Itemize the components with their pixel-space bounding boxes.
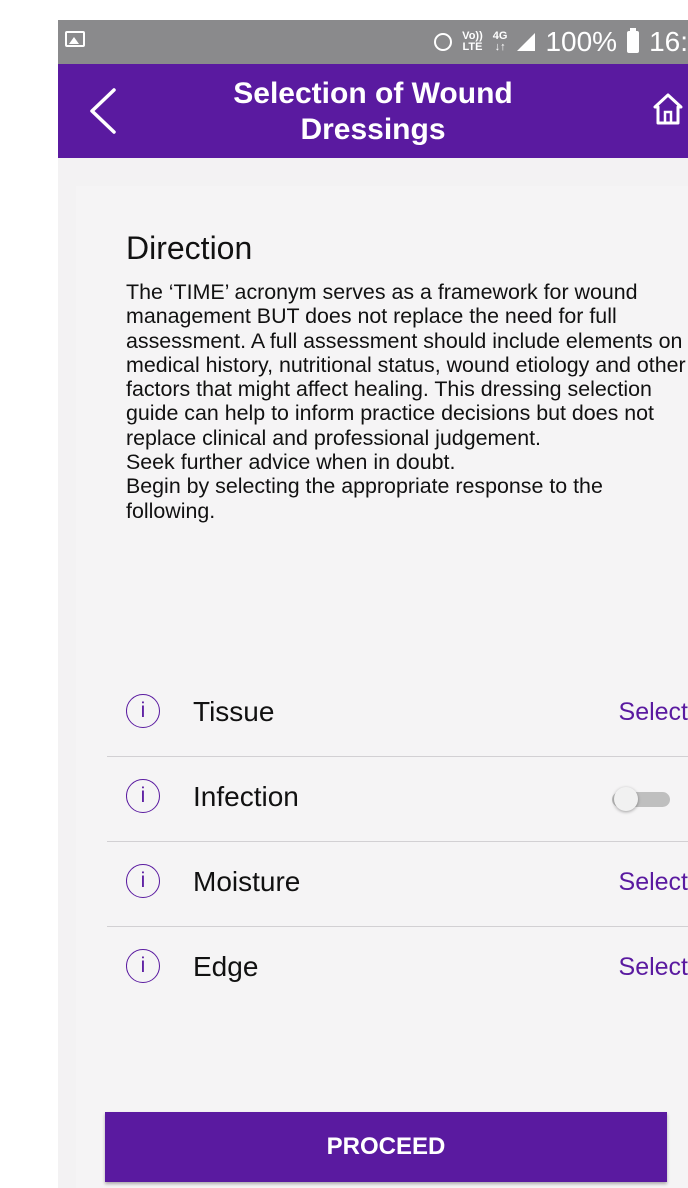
- row-label: Tissue: [193, 696, 275, 727]
- toggle-thumb: [614, 787, 638, 811]
- info-icon[interactable]: i: [126, 949, 160, 983]
- direction-paragraph: Seek further advice when in doubt.: [126, 450, 456, 475]
- page-title: Selection of Wound Dressings: [233, 77, 513, 146]
- home-icon[interactable]: [652, 92, 684, 126]
- alarm-icon: [434, 33, 453, 51]
- criteria-row-infection: i Infection: [107, 757, 688, 842]
- app-bar: Selection of Wound Dressings: [58, 64, 688, 158]
- proceed-button[interactable]: PROCEED: [105, 1112, 667, 1182]
- battery-icon: [627, 28, 640, 53]
- select-button[interactable]: Select: [619, 953, 688, 982]
- row-label: Edge: [193, 951, 259, 982]
- row-label: Moisture: [193, 866, 301, 897]
- info-icon[interactable]: i: [126, 694, 160, 728]
- image-notification-icon: [65, 31, 85, 47]
- direction-card: Direction The ‘TIME’ acronym serves as a…: [76, 186, 688, 1188]
- direction-paragraph: The ‘TIME’ acronym serves as a framework…: [126, 280, 686, 450]
- direction-title: Direction: [126, 230, 253, 266]
- status-bar: Vo)) LTE 4G ↓↑ 100% 16:: [58, 20, 688, 64]
- signal-icon: [517, 33, 536, 51]
- select-button[interactable]: Select: [619, 698, 688, 727]
- info-icon[interactable]: i: [126, 864, 160, 898]
- direction-text: The ‘TIME’ acronym serves as a framework…: [126, 280, 686, 523]
- infection-toggle[interactable]: [612, 787, 674, 811]
- battery-percent: 100%: [545, 26, 618, 57]
- network-indicator: 4G ↓↑: [492, 30, 508, 53]
- criteria-row-edge: i Edge Select: [107, 927, 688, 1011]
- info-icon[interactable]: i: [126, 779, 160, 813]
- volte-indicator: Vo)) LTE: [462, 30, 483, 53]
- clock: 16:: [649, 26, 688, 57]
- back-chevron-icon[interactable]: [84, 86, 124, 136]
- criteria-row-tissue: i Tissue Select: [107, 672, 688, 757]
- direction-paragraph: Begin by selecting the appropriate respo…: [126, 474, 603, 523]
- select-button[interactable]: Select: [619, 868, 688, 897]
- criteria-row-moisture: i Moisture Select: [107, 842, 688, 927]
- row-label: Infection: [193, 781, 299, 812]
- phone-screen: Vo)) LTE 4G ↓↑ 100% 16: Selection of Wou…: [58, 20, 688, 1188]
- criteria-list: i Tissue Select i Infection i Moisture S…: [107, 672, 688, 1011]
